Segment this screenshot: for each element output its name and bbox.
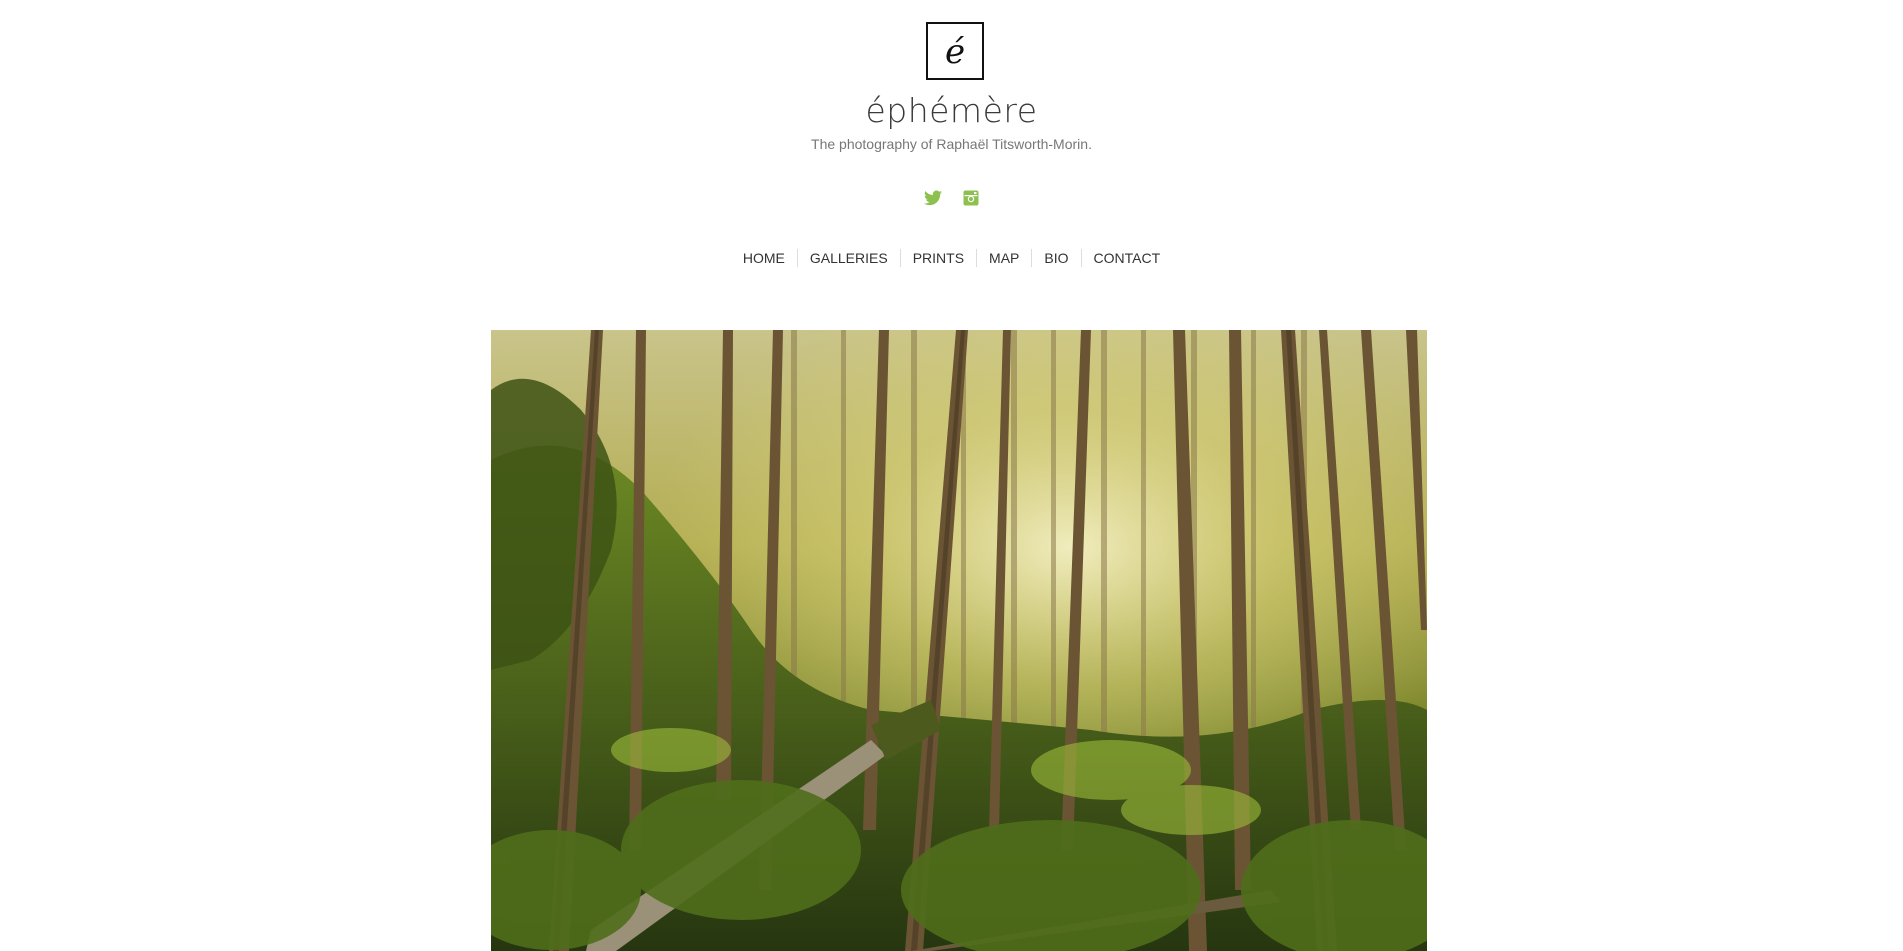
twitter-link[interactable] <box>923 188 943 208</box>
nav-home[interactable]: HOME <box>731 249 797 267</box>
page: é éphémère The photography of Raphaël Ti… <box>0 0 1903 951</box>
nav-map[interactable]: MAP <box>976 249 1031 267</box>
hero-photo[interactable] <box>491 330 1427 951</box>
nav-contact[interactable]: CONTACT <box>1080 249 1173 267</box>
nav-bio[interactable]: BIO <box>1031 249 1080 267</box>
instagram-icon <box>963 190 978 206</box>
logo-letter: é <box>944 32 966 72</box>
main-nav: HOME GALLERIES PRINTS MAP BIO CONTACT <box>0 249 1903 267</box>
site-logo[interactable]: é <box>926 22 984 80</box>
nav-prints[interactable]: PRINTS <box>899 249 976 267</box>
site-title[interactable]: éphémère <box>0 92 1903 129</box>
social-links <box>0 188 1903 208</box>
instagram-link[interactable] <box>961 188 981 208</box>
forest-photo <box>491 330 1427 951</box>
twitter-icon <box>923 190 942 206</box>
nav-galleries[interactable]: GALLERIES <box>796 249 900 267</box>
site-tagline: The photography of Raphaël Titsworth-Mor… <box>811 136 1092 152</box>
